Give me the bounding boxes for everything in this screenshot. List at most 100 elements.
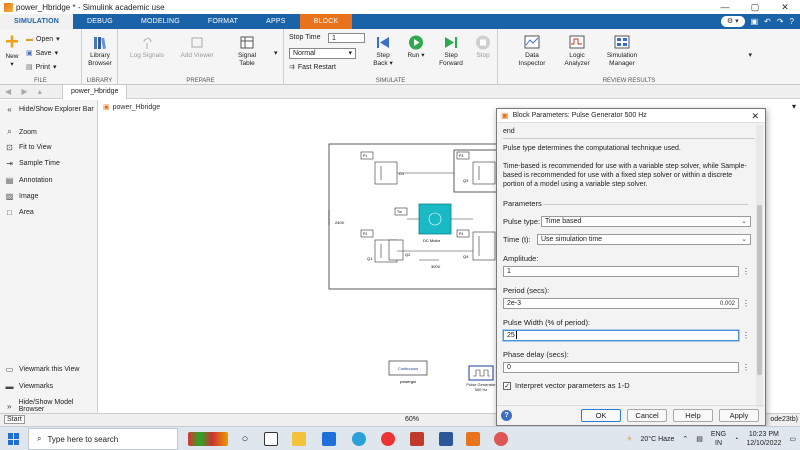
stop-label: Stop [476,52,490,59]
sidebar-item-fit-to-view[interactable]: ⊡ Fit to View [5,143,51,152]
edge-icon[interactable] [352,432,366,446]
tab-apps[interactable]: APPS [252,14,299,29]
sidebar-item-zoom[interactable]: ⌕ Zoom [5,127,37,137]
switch-q3[interactable] [472,161,496,185]
toolbar-save-icon[interactable]: ▣ [751,17,759,26]
stop-button[interactable]: Stop [472,35,494,60]
sidebar-item-label: Zoom [19,128,37,136]
step-forward-button[interactable]: Step Forward [436,35,466,68]
phase-delay-input[interactable]: 0 [503,362,739,373]
checkbox-checked-icon[interactable]: ✓ [503,381,511,390]
time-select[interactable]: Use simulation time ⌄ [537,234,751,245]
dialog-close-icon[interactable]: ✕ [751,111,759,122]
fast-restart-toggle[interactable]: ⇉ Fast Restart [289,63,336,72]
close-window-button[interactable]: ✕ [770,0,800,14]
run-button[interactable]: Run ▾ [404,35,428,60]
maximize-button[interactable]: ▢ [740,0,770,14]
viewmark-this-view[interactable]: ▭ Viewmark this View [5,365,80,374]
switch-q4[interactable] [472,231,496,261]
scrollbar-thumb[interactable] [757,205,762,375]
word-icon[interactable] [439,432,453,446]
weather-text[interactable]: 20°C Haze [640,436,674,443]
news-widget-icon[interactable] [188,432,228,446]
pulse-width-more-icon[interactable]: ⋮ [742,330,750,341]
amplitude-more-icon[interactable]: ⋮ [742,266,750,277]
switch-q2[interactable] [388,239,404,261]
prepare-expand-icon[interactable]: ▾ [274,49,278,57]
help-icon[interactable]: ? [790,17,794,26]
office-icon[interactable] [410,432,424,446]
tab-modeling[interactable]: MODELING [127,14,194,29]
windows-start-icon[interactable] [8,433,20,445]
dc-motor-block[interactable] [418,203,452,235]
file-explorer-icon[interactable] [292,432,306,446]
hide-show-explorer-bar[interactable]: « Hide/Show Explorer Bar [5,105,93,114]
hide-show-model-browser[interactable]: » Hide/Show Model Browser [5,399,97,413]
model-tab[interactable]: power_Hbridge [62,85,128,99]
save-button[interactable]: ▣ Save ▾ [26,49,58,58]
library-browser-button[interactable]: Library Browser [84,35,116,68]
tab-format[interactable]: FORMAT [194,14,252,29]
redo-icon[interactable]: ↷ [777,17,784,26]
ok-button[interactable]: OK [581,409,621,422]
pulse-width-input[interactable]: 25 [503,330,739,341]
stop-time-input[interactable]: 1 [328,33,365,43]
pulse-type-select[interactable]: Time based ⌄ [541,216,751,227]
pulse-generator-block[interactable] [468,365,494,381]
chrome-icon[interactable] [381,432,395,446]
new-button[interactable]: New ▾ [3,35,21,69]
language-indicator[interactable]: ENG IN [711,430,726,448]
data-inspector-button[interactable]: Data Inspector [512,35,552,68]
cancel-button[interactable]: Cancel [627,409,667,422]
viewmarks[interactable]: ▬ Viewmarks [5,382,54,391]
notification-icon[interactable]: ▭ [789,435,796,443]
chevron-down-icon: ⌄ [741,236,747,243]
canvas-menu-chevron[interactable]: ▾ [792,102,796,111]
navigation-arrows[interactable]: ◀ ▶ ▴ [5,87,46,96]
step-back-button[interactable]: Step Back ▾ [370,35,396,68]
amplitude-input[interactable]: 1 [503,266,739,277]
sidebar-item-area[interactable]: □ Area [5,208,34,217]
simulation-mode-select[interactable]: Normal ▾ [289,48,356,59]
sidebar-item-sample-time[interactable]: ⇥ Sample Time [5,159,60,168]
tab-debug[interactable]: DEBUG [73,14,127,29]
dialog-scrollbar[interactable] [756,125,763,407]
add-viewer-button[interactable]: Add Viewer [180,35,214,60]
apply-button[interactable]: Apply [719,409,759,422]
solver-indicator[interactable]: ode23tb) [770,416,798,423]
logic-analyzer-button[interactable]: Logic Analyzer [560,35,594,68]
log-signals-button[interactable]: Log Signals [130,35,164,60]
open-button[interactable]: ▬ Open ▾ [26,35,60,44]
period-input[interactable]: 2e-3 0.002 [503,298,739,309]
help-button[interactable]: Help [673,409,713,422]
minimize-button[interactable]: — [710,0,740,14]
network-icon[interactable]: ▤ [696,435,703,443]
simulink-app-icon [4,2,13,12]
switch-d1[interactable] [374,161,398,185]
print-button[interactable]: ▤ Print ▾ [26,63,57,72]
signal-table-button[interactable]: Signal Table [230,35,264,68]
interpret-vector-checkbox[interactable]: ✓ Interpret vector parameters as 1-D [503,381,630,390]
tray-chevron-icon[interactable]: ⌃ [682,435,688,443]
simulation-manager-button[interactable]: Simulation Manager [602,35,642,68]
simulation-mode-value: Normal [293,50,316,57]
snap-layout-icon[interactable] [264,432,278,446]
period-more-icon[interactable]: ⋮ [742,298,750,309]
undo-icon[interactable]: ↶ [764,17,771,26]
dialog-help-icon[interactable]: ? [501,410,512,421]
matlab-icon[interactable] [466,432,480,446]
tab-block[interactable]: BLOCK [299,14,353,29]
sidebar-item-image[interactable]: ▨ Image [5,192,39,201]
simulink-taskbar-icon[interactable] [494,432,508,446]
task-view-icon[interactable]: ○ [238,432,252,446]
tab-simulation[interactable]: SIMULATION [0,14,74,29]
simulation-manager-label: Simulation Manager [606,52,638,67]
sidebar-item-annotation[interactable]: ▤ Annotation [5,176,53,185]
store-icon[interactable] [322,432,336,446]
settings-dropdown[interactable]: ⚙ ▾ [720,16,745,27]
ribbon-expand-icon[interactable]: ▾ [748,51,752,59]
taskbar-search-box[interactable]: ⌕ Type here to search [28,428,178,450]
wifi-icon[interactable]: ◔ [734,436,738,443]
clock[interactable]: 10:23 PM 12/10/2022 [746,430,781,448]
phase-delay-more-icon[interactable]: ⋮ [742,362,750,373]
